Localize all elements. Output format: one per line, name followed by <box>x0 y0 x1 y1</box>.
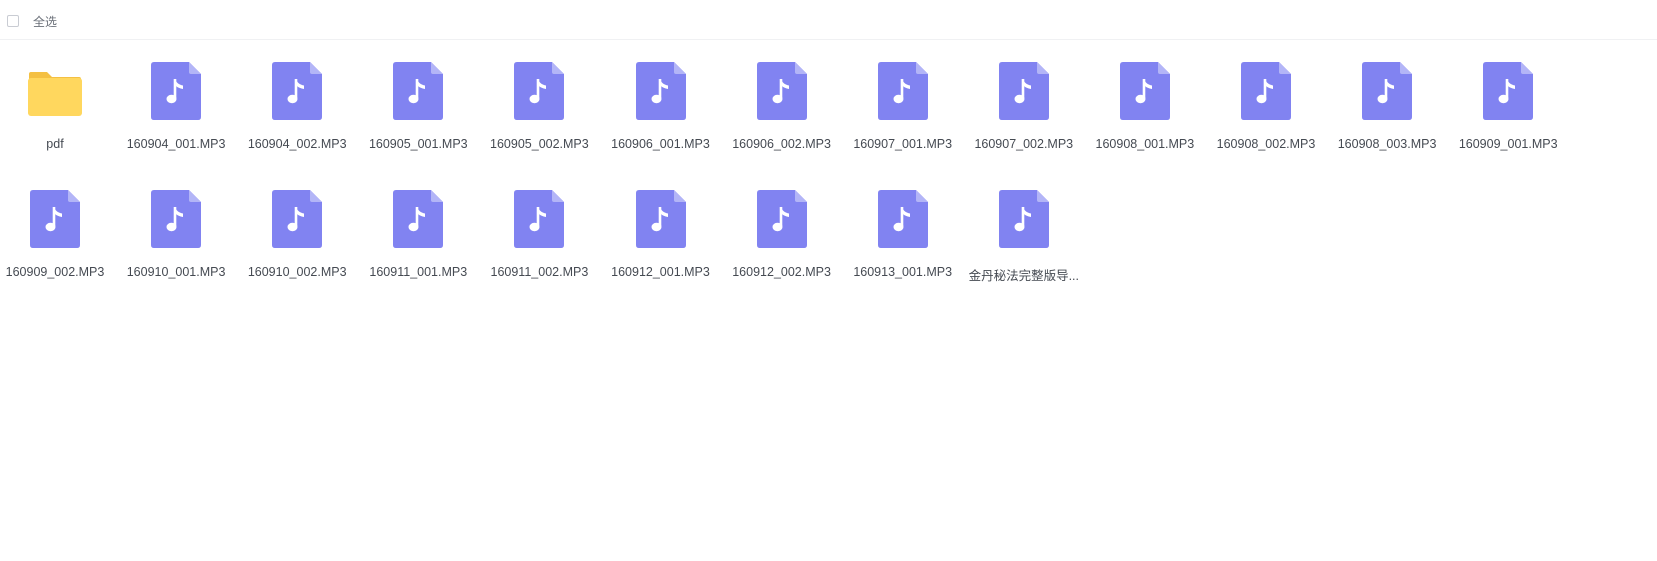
file-name: 160906_002.MP3 <box>732 137 831 151</box>
file-item[interactable]: 160904_002.MP3 <box>237 40 357 160</box>
file-item[interactable]: 160905_002.MP3 <box>479 40 599 160</box>
audio-file-icon <box>756 62 807 120</box>
audio-file-icon <box>393 190 444 248</box>
audio-file-icon <box>272 62 323 120</box>
file-name: 160908_002.MP3 <box>1216 137 1316 151</box>
file-name: 160905_001.MP3 <box>368 137 468 151</box>
audio-file-icon <box>272 190 323 248</box>
file-item[interactable]: 160912_002.MP3 <box>722 168 842 288</box>
select-all-checkbox[interactable] <box>7 15 19 27</box>
file-name: 160910_002.MP3 <box>247 265 347 279</box>
file-item[interactable]: 160909_002.MP3 <box>0 168 115 288</box>
file-name: 160912_001.MP3 <box>611 265 710 279</box>
audio-file-icon <box>1362 62 1413 120</box>
toolbar: 全选 <box>0 0 1657 40</box>
audio-file-icon <box>30 190 80 248</box>
file-name: 160907_002.MP3 <box>974 137 1074 151</box>
audio-file-icon <box>514 190 565 248</box>
audio-file-icon <box>1119 62 1170 120</box>
audio-file-icon <box>877 190 928 248</box>
audio-file-icon <box>514 62 565 120</box>
audio-file-icon <box>635 190 686 248</box>
file-item[interactable]: 160907_001.MP3 <box>843 40 963 160</box>
select-all-label[interactable]: 全选 <box>33 13 57 30</box>
file-item[interactable]: 160910_001.MP3 <box>116 168 236 288</box>
file-name: 160910_001.MP3 <box>126 265 226 279</box>
file-item[interactable]: 160909_001.MP3 <box>1448 40 1568 160</box>
audio-file-icon <box>1241 62 1291 120</box>
file-grid: pdf 160904_001.MP3 160904_002.MP3 160905_00… <box>0 40 1657 561</box>
file-name: 160904_002.MP3 <box>247 137 347 151</box>
file-name: 160905_002.MP3 <box>490 137 589 151</box>
file-item[interactable]: 160910_002.MP3 <box>237 168 357 288</box>
file-item[interactable]: 160906_002.MP3 <box>722 40 842 160</box>
file-item[interactable]: 160905_001.MP3 <box>358 40 478 160</box>
file-item[interactable]: 160908_003.MP3 <box>1327 40 1447 160</box>
file-name: 160911_002.MP3 <box>490 265 589 279</box>
file-item[interactable]: 160907_002.MP3 <box>964 40 1084 160</box>
file-item[interactable]: 160908_002.MP3 <box>1206 40 1326 160</box>
audio-file-icon <box>393 62 444 120</box>
file-name: 160909_001.MP3 <box>1458 137 1558 151</box>
audio-file-icon <box>877 62 928 120</box>
file-name: 160912_002.MP3 <box>732 265 831 279</box>
audio-file-icon <box>635 62 686 120</box>
file-name: 160907_001.MP3 <box>853 137 953 151</box>
file-item[interactable]: 160912_001.MP3 <box>601 168 721 288</box>
file-name: 160911_001.MP3 <box>369 265 468 279</box>
file-item[interactable]: 160904_001.MP3 <box>116 40 236 160</box>
folder-item[interactable]: pdf <box>0 40 115 160</box>
file-name: 160906_001.MP3 <box>611 137 710 151</box>
file-name: 160913_001.MP3 <box>853 265 953 279</box>
file-item[interactable]: 160911_001.MP3 <box>358 168 478 288</box>
audio-file-icon <box>1483 62 1534 120</box>
audio-file-icon <box>756 190 807 248</box>
audio-file-icon <box>151 190 202 248</box>
file-item[interactable]: 160906_001.MP3 <box>601 40 721 160</box>
file-item[interactable]: 160908_001.MP3 <box>1085 40 1205 160</box>
audio-file-icon <box>998 190 1049 248</box>
file-item[interactable]: 160913_001.MP3 <box>843 168 963 288</box>
file-name: 160904_001.MP3 <box>126 137 226 151</box>
file-name: 金丹秘法完整版导... <box>968 269 1079 283</box>
file-item[interactable]: 金丹秘法完整版导... <box>964 168 1084 288</box>
file-item[interactable]: 160911_002.MP3 <box>479 168 599 288</box>
file-name: 160908_003.MP3 <box>1337 137 1437 151</box>
file-name: 160908_001.MP3 <box>1095 137 1195 151</box>
file-name: 160909_002.MP3 <box>5 265 105 279</box>
file-name: pdf <box>46 137 64 151</box>
audio-file-icon <box>998 62 1049 120</box>
audio-file-icon <box>151 62 202 120</box>
folder-icon <box>28 72 82 116</box>
